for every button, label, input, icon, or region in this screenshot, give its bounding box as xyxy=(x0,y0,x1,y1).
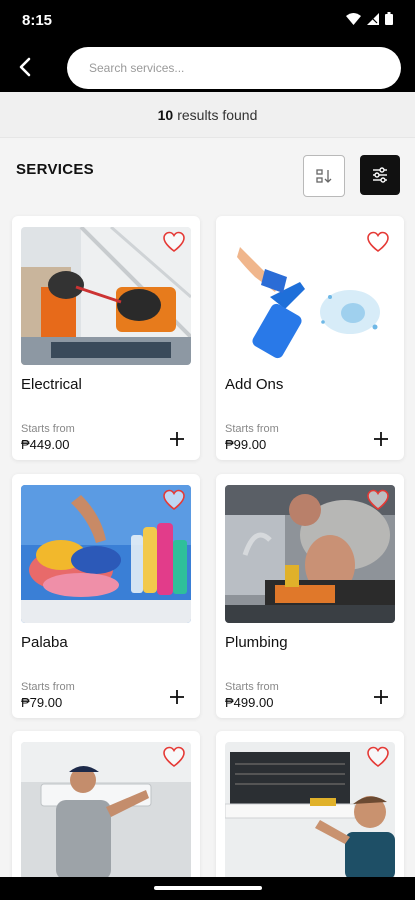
status-icons xyxy=(346,12,393,25)
spray-bottle-illustration xyxy=(225,227,395,365)
service-name: Add Ons xyxy=(225,376,284,393)
add-icon[interactable] xyxy=(372,430,390,448)
filter-button[interactable] xyxy=(360,155,400,195)
service-name: Plumbing xyxy=(225,634,288,651)
section-title: SERVICES xyxy=(16,161,94,178)
results-count: 10 results found xyxy=(0,92,415,138)
search-input[interactable] xyxy=(67,47,401,89)
service-price: ₱79.00 xyxy=(21,695,63,710)
add-icon[interactable] xyxy=(168,688,186,706)
laundry-photo xyxy=(21,485,191,623)
service-price: ₱449.00 xyxy=(21,437,70,452)
back-button[interactable] xyxy=(10,52,40,82)
sort-icon xyxy=(316,169,332,183)
home-gesture-pill[interactable] xyxy=(154,886,262,890)
service-price: ₱99.00 xyxy=(225,437,267,452)
favorite-heart-icon[interactable] xyxy=(366,231,390,253)
favorite-heart-icon[interactable] xyxy=(366,746,390,768)
service-name: Palaba xyxy=(21,634,68,651)
signal-icon xyxy=(367,12,379,25)
aircon-technician-photo xyxy=(21,742,191,880)
starts-from-label: Starts from xyxy=(225,681,279,693)
service-card-palaba[interactable]: Palaba Starts from ₱79.00 xyxy=(12,474,200,718)
service-card-aircon[interactable] xyxy=(12,731,200,900)
service-card-add-ons[interactable]: Add Ons Starts from ₱99.00 xyxy=(216,216,404,460)
wifi-icon xyxy=(346,12,361,25)
favorite-heart-icon[interactable] xyxy=(162,489,186,511)
aircon-repair-photo xyxy=(225,742,395,880)
filter-sliders-icon xyxy=(373,167,387,183)
system-nav-bar xyxy=(0,877,415,900)
top-app-bar: 8:15 xyxy=(0,0,415,92)
battery-icon xyxy=(385,12,393,25)
back-arrow-icon xyxy=(19,57,31,77)
favorite-heart-icon[interactable] xyxy=(366,489,390,511)
starts-from-label: Starts from xyxy=(21,681,75,693)
add-icon[interactable] xyxy=(168,430,186,448)
starts-from-label: Starts from xyxy=(21,423,75,435)
favorite-heart-icon[interactable] xyxy=(162,746,186,768)
status-time: 8:15 xyxy=(22,12,53,29)
service-card-aircon-repair[interactable] xyxy=(216,731,404,900)
service-card-electrical[interactable]: Electrical Starts from ₱449.00 xyxy=(12,216,200,460)
favorite-heart-icon[interactable] xyxy=(162,231,186,253)
add-icon[interactable] xyxy=(372,688,390,706)
service-name: Electrical xyxy=(21,376,82,393)
service-price: ₱499.00 xyxy=(225,695,274,710)
starts-from-label: Starts from xyxy=(225,423,279,435)
results-number: 10 xyxy=(157,106,174,123)
plumber-photo xyxy=(225,485,395,623)
service-card-plumbing[interactable]: Plumbing Starts from ₱499.00 xyxy=(216,474,404,718)
electrician-photo xyxy=(21,227,191,365)
sort-button[interactable] xyxy=(303,155,345,197)
results-label: results found xyxy=(177,106,258,123)
